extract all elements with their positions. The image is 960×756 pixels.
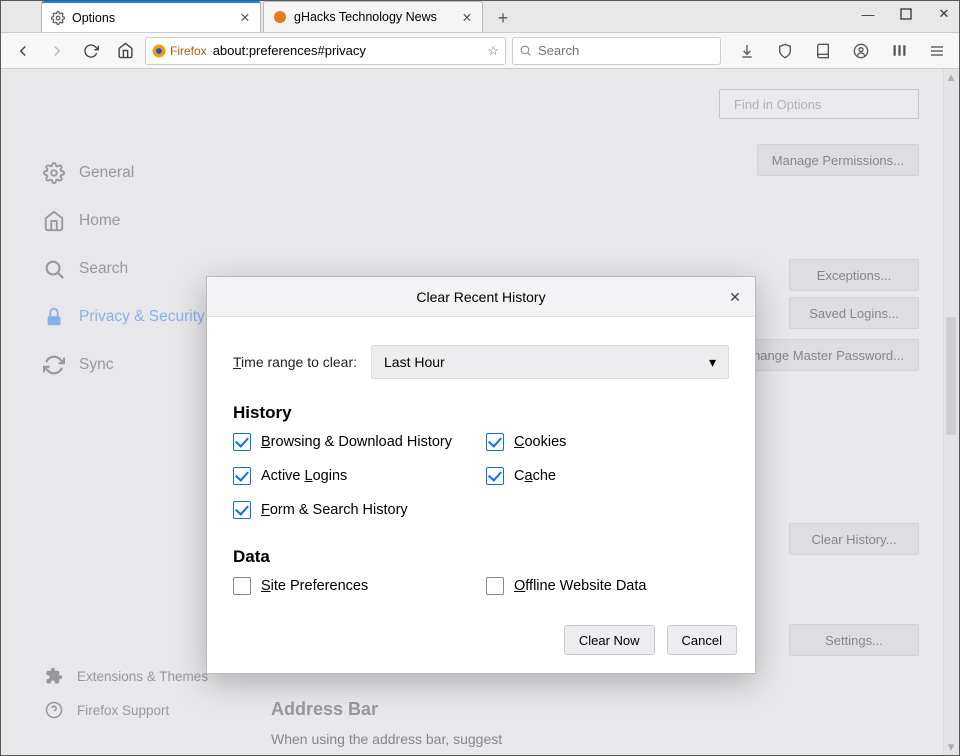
account-icon[interactable] <box>847 37 875 65</box>
checkbox-offline[interactable] <box>486 577 504 595</box>
browser-window: — ✕ Options ✕ gHacks Technology News ✕ + <box>0 0 960 756</box>
search-input[interactable] <box>538 43 714 58</box>
time-range-select[interactable]: Last Hour ▾ <box>371 345 729 379</box>
gear-icon <box>50 10 66 26</box>
dialog-title: Clear Recent History <box>416 289 545 305</box>
tab-ghacks[interactable]: gHacks Technology News ✕ <box>263 1 483 32</box>
navigation-toolbar: Firefox ☆ <box>1 33 959 69</box>
checkbox-label: Browsing & Download History <box>261 434 452 450</box>
checkbox-label: Cache <box>514 468 556 484</box>
search-bar[interactable] <box>512 37 721 65</box>
forward-button[interactable] <box>43 37 71 65</box>
cancel-button[interactable]: Cancel <box>667 625 737 655</box>
checkbox-label: Site Preferences <box>261 578 368 594</box>
home-button[interactable] <box>111 37 139 65</box>
checkbox-active-logins[interactable] <box>233 467 251 485</box>
reload-button[interactable] <box>77 37 105 65</box>
menu-icon[interactable] <box>923 37 951 65</box>
tab-options[interactable]: Options ✕ <box>41 1 261 32</box>
checkbox-label: Form & Search History <box>261 502 408 518</box>
new-tab-button[interactable]: + <box>489 4 517 32</box>
url-input[interactable] <box>213 43 482 58</box>
select-value: Last Hour <box>384 354 445 370</box>
checkbox-label: Cookies <box>514 434 566 450</box>
checkbox-label: Active Logins <box>261 468 347 484</box>
close-button[interactable]: ✕ <box>934 4 954 24</box>
tab-close-icon[interactable]: ✕ <box>460 10 474 24</box>
maximize-button[interactable] <box>896 4 916 24</box>
window-controls: — ✕ <box>858 4 954 24</box>
tab-close-icon[interactable]: ✕ <box>238 11 252 25</box>
clear-now-button[interactable]: Clear Now <box>564 625 655 655</box>
overflow-icon[interactable] <box>885 37 913 65</box>
chevron-down-icon: ▾ <box>709 354 716 371</box>
search-icon <box>519 44 532 57</box>
time-range-label: Time range to clear: <box>233 354 357 370</box>
identity-block[interactable]: Firefox <box>152 44 207 58</box>
checkbox-cache[interactable] <box>486 467 504 485</box>
checkbox-site-prefs[interactable] <box>233 577 251 595</box>
url-bar[interactable]: Firefox ☆ <box>145 37 506 65</box>
dialog-close-icon[interactable]: ✕ <box>725 287 745 307</box>
tab-bar: Options ✕ gHacks Technology News ✕ + <box>1 1 959 33</box>
checkbox-form[interactable] <box>233 501 251 519</box>
clear-history-dialog: Clear Recent History ✕ Time range to cle… <box>206 276 756 674</box>
site-favicon <box>272 9 288 25</box>
history-section-title: History <box>233 403 729 423</box>
minimize-button[interactable]: — <box>858 4 878 24</box>
content-area: General Home Search Privacy & Security S… <box>1 69 959 755</box>
checkbox-browsing[interactable] <box>233 433 251 451</box>
identity-label: Firefox <box>170 44 207 58</box>
downloads-icon[interactable] <box>733 37 761 65</box>
library-icon[interactable] <box>809 37 837 65</box>
dialog-titlebar: Clear Recent History ✕ <box>207 277 755 317</box>
bookmark-star-icon[interactable]: ☆ <box>487 43 499 59</box>
ublock-icon[interactable] <box>771 37 799 65</box>
back-button[interactable] <box>9 37 37 65</box>
checkbox-cookies[interactable] <box>486 433 504 451</box>
tab-label: gHacks Technology News <box>294 10 454 24</box>
checkbox-label: Offline Website Data <box>514 578 646 594</box>
data-section-title: Data <box>233 547 729 567</box>
toolbar-icons <box>733 37 951 65</box>
tab-label: Options <box>72 11 232 25</box>
